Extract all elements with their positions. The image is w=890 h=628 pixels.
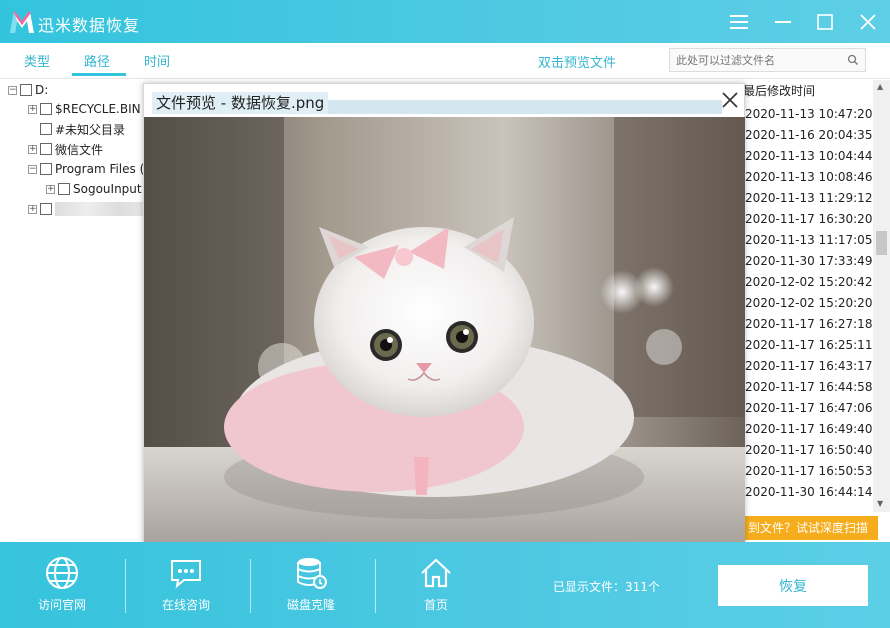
expand-icon[interactable]: +	[46, 184, 55, 194]
collapse-icon[interactable]: −	[8, 85, 17, 95]
tree-item[interactable]: + 微信文件	[28, 140, 103, 158]
file-preview-dialog: 文件预览 - 数据恢复.png	[143, 83, 745, 546]
list-item[interactable]: 2020-11-13 11:29:12	[745, 191, 872, 205]
menu-button[interactable]	[727, 10, 751, 34]
tree-item-label: SogouInput	[73, 182, 142, 196]
disk-clone-icon	[297, 558, 327, 589]
scroll-down-icon[interactable]: ▼	[877, 499, 883, 508]
list-item[interactable]: 2020-11-17 16:27:18	[745, 317, 872, 331]
checkbox[interactable]	[40, 143, 52, 155]
chat-icon	[171, 560, 201, 589]
scroll-thumb[interactable]	[876, 231, 887, 255]
close-icon	[860, 14, 876, 30]
close-button[interactable]	[856, 10, 880, 34]
divider	[125, 559, 126, 613]
visit-website-button[interactable]: 访问官网	[17, 556, 107, 613]
list-item[interactable]: 2020-11-17 16:50:40	[745, 443, 872, 457]
filter-field[interactable]	[669, 48, 866, 72]
tree-item[interactable]: +	[28, 200, 150, 218]
blurred-label	[55, 202, 150, 216]
minimize-icon	[775, 21, 791, 23]
filter-input[interactable]	[670, 49, 840, 71]
scroll-up-icon[interactable]: ▲	[877, 82, 883, 91]
folder-tree: − D: + $RECYCLE.BIN #未知父目录 + 微信文件 − Prog…	[0, 80, 171, 540]
list-item[interactable]: 2020-11-17 16:47:06	[745, 401, 872, 415]
list-item[interactable]: 2020-11-30 16:44:14	[745, 485, 872, 499]
tree-item[interactable]: + $RECYCLE.BIN	[28, 100, 141, 118]
tab-type[interactable]: 类型	[24, 51, 50, 70]
active-tab-indicator	[72, 73, 126, 76]
tree-item-label: #未知父目录	[55, 122, 126, 137]
bottom-bar: 访问官网 在线咨询 磁盘克隆 首页 已显示文件：311个 恢复	[0, 542, 890, 628]
list-item[interactable]: 2020-11-13 11:17:05	[745, 233, 872, 247]
nav-label: 访问官网	[37, 598, 86, 612]
expand-icon[interactable]: +	[28, 104, 37, 114]
tab-time[interactable]: 时间	[144, 51, 170, 70]
checkbox[interactable]	[40, 203, 52, 215]
list-item[interactable]: 2020-11-17 16:44:58	[745, 380, 872, 394]
search-icon[interactable]	[847, 54, 859, 66]
maximize-button[interactable]	[813, 10, 837, 34]
divider	[375, 559, 376, 613]
column-header-modified[interactable]: 最后修改时间	[743, 82, 815, 99]
list-item[interactable]: 2020-11-17 16:50:53	[745, 464, 872, 478]
tab-path[interactable]: 路径	[84, 51, 110, 70]
deep-scan-banner[interactable]: 到文件？试试深度扫描	[742, 516, 878, 540]
divider	[250, 559, 251, 613]
checkbox[interactable]	[40, 123, 52, 135]
title-bar: 迅米数据恢复	[0, 0, 890, 43]
globe-icon	[46, 557, 78, 589]
expand-icon[interactable]: +	[28, 144, 37, 154]
collapse-icon[interactable]: −	[28, 164, 37, 174]
list-item[interactable]: 2020-11-13 10:04:44	[745, 149, 872, 163]
list-item[interactable]: 2020-11-17 16:30:20	[745, 212, 872, 226]
expand-icon[interactable]: +	[28, 204, 37, 214]
checkbox[interactable]	[20, 84, 32, 96]
app-title: 迅米数据恢复	[38, 16, 141, 35]
list-item[interactable]: 2020-11-30 17:33:49	[745, 254, 872, 268]
maximize-icon	[817, 14, 833, 30]
online-consult-button[interactable]: 在线咨询	[141, 556, 231, 613]
list-item[interactable]: 2020-11-13 10:08:46	[745, 170, 872, 184]
tree-item-root[interactable]: − D:	[8, 81, 48, 99]
list-item[interactable]: 2020-12-02 15:20:20	[745, 296, 872, 310]
home-button[interactable]: 首页	[391, 556, 481, 613]
list-item[interactable]: 2020-11-16 20:04:35	[745, 128, 872, 142]
tree-item-label: 微信文件	[55, 142, 104, 157]
menu-icon	[730, 15, 748, 29]
modal-title: 文件预览 - 数据恢复.png	[152, 92, 329, 114]
checkbox[interactable]	[40, 163, 52, 175]
close-icon[interactable]	[720, 90, 740, 110]
tree-item[interactable]: #未知父目录	[40, 120, 125, 138]
checkbox[interactable]	[40, 103, 52, 115]
app-logo-icon	[10, 11, 34, 33]
vertical-scrollbar[interactable]: ▲ ▼	[873, 80, 890, 512]
list-item[interactable]: 2020-11-13 10:47:20	[745, 107, 872, 121]
preview-image	[144, 117, 745, 546]
disk-clone-button[interactable]: 磁盘克隆	[266, 556, 356, 613]
list-item[interactable]: 2020-11-17 16:49:40	[745, 422, 872, 436]
minimize-button[interactable]	[771, 10, 795, 34]
tree-item-label: $RECYCLE.BIN	[55, 102, 141, 116]
nav-label: 首页	[423, 598, 448, 612]
nav-label: 磁盘克隆	[286, 598, 335, 612]
recover-button[interactable]: 恢复	[718, 565, 868, 606]
tree-item[interactable]: + SogouInput	[46, 180, 142, 198]
list-item[interactable]: 2020-11-17 16:25:11	[745, 338, 872, 352]
list-item[interactable]: 2020-11-17 16:43:17	[745, 359, 872, 373]
home-icon	[421, 558, 451, 588]
tree-item-label: D:	[35, 83, 49, 97]
checkbox[interactable]	[58, 183, 70, 195]
file-count: 已显示文件：311个	[553, 580, 660, 594]
list-item[interactable]: 2020-12-02 15:20:42	[745, 275, 872, 289]
preview-hint: 双击预览文件	[538, 56, 617, 71]
nav-label: 在线咨询	[161, 598, 210, 612]
